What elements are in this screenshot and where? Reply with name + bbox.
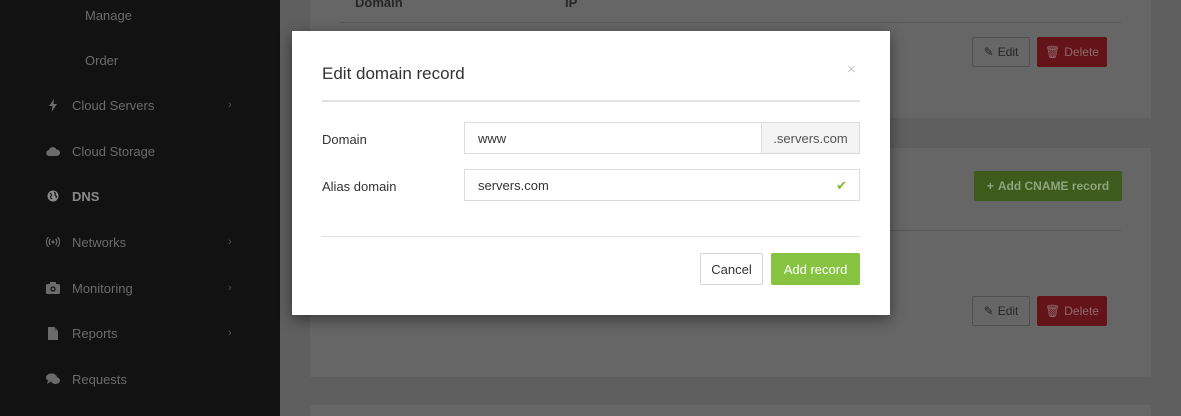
- trash-icon: 🗑: [1045, 304, 1061, 318]
- close-icon[interactable]: ×: [847, 61, 856, 78]
- domain-label: Domain: [322, 132, 367, 147]
- plus-icon: +: [986, 179, 994, 193]
- camera-icon: [46, 281, 60, 295]
- chat-bubbles-icon: [46, 372, 60, 386]
- sidebar-item-label: Networks: [72, 234, 127, 250]
- signal-icon: [46, 235, 60, 249]
- cancel-button[interactable]: Cancel: [700, 253, 763, 285]
- add-cname-record-button[interactable]: + Add CNAME record: [974, 171, 1122, 201]
- edit-label: Edit: [997, 304, 1019, 318]
- sidebar-item-label: Cloud Storage: [72, 143, 156, 159]
- edit-domain-record-modal: Edit domain record × Domain .servers.com…: [292, 31, 890, 315]
- alias-domain-input[interactable]: [465, 170, 825, 200]
- sidebar: Manage Order Cloud Servers › Cloud Stora…: [0, 0, 280, 416]
- chevron-right-icon: ›: [228, 236, 232, 248]
- lightning-icon: [46, 98, 60, 112]
- domain-input-group: .servers.com: [464, 122, 860, 154]
- sidebar-item-requests[interactable]: Requests: [0, 357, 280, 401]
- edit-label: Edit: [997, 45, 1019, 59]
- alias-domain-label: Alias domain: [322, 179, 397, 194]
- sidebar-item-cloud-storage[interactable]: Cloud Storage: [0, 129, 280, 173]
- delete-label: Delete: [1064, 45, 1099, 59]
- sidebar-item-label: Cloud Servers: [72, 97, 155, 113]
- delete-button[interactable]: 🗑 Delete: [1037, 37, 1107, 67]
- globe-icon: [46, 189, 60, 203]
- add-record-button[interactable]: Add record: [771, 253, 860, 285]
- table-header-ip: IP: [565, 0, 578, 10]
- sidebar-item-label: Manage: [85, 7, 132, 23]
- sidebar-item-label: DNS: [72, 188, 100, 204]
- modal-footer-divider: [322, 236, 860, 237]
- delete-button[interactable]: 🗑 Delete: [1037, 296, 1107, 326]
- bottom-panel: [310, 405, 1151, 416]
- check-icon: ✔: [836, 178, 847, 193]
- table-header-domain: Domain: [355, 0, 403, 10]
- sidebar-item-label: Requests: [72, 371, 127, 387]
- sidebar-item-label: Order: [85, 52, 119, 68]
- sidebar-item-label: Monitoring: [72, 280, 133, 296]
- edit-icon: ✎: [983, 45, 994, 59]
- delete-label: Delete: [1064, 304, 1099, 318]
- sidebar-item-dns[interactable]: DNS: [0, 174, 280, 218]
- trash-icon: 🗑: [1045, 45, 1061, 59]
- domain-input[interactable]: [465, 123, 755, 153]
- edit-button[interactable]: ✎ Edit: [972, 296, 1030, 326]
- table-divider: [340, 22, 1121, 23]
- chevron-right-icon: ›: [228, 99, 232, 111]
- modal-header-divider: [322, 100, 860, 102]
- modal-title: Edit domain record: [322, 64, 465, 83]
- sidebar-item-networks[interactable]: Networks ›: [0, 220, 280, 264]
- chevron-right-icon: ›: [228, 282, 232, 294]
- cloud-icon: [46, 144, 60, 158]
- sidebar-item-manage[interactable]: Manage: [0, 0, 280, 37]
- sidebar-item-cloud-servers[interactable]: Cloud Servers ›: [0, 83, 280, 127]
- sidebar-item-monitoring[interactable]: Monitoring ›: [0, 266, 280, 310]
- domain-suffix-addon: .servers.com: [761, 123, 859, 153]
- chevron-right-icon: ›: [228, 327, 232, 339]
- sidebar-item-reports[interactable]: Reports ›: [0, 311, 280, 355]
- edit-icon: ✎: [983, 304, 994, 318]
- sidebar-item-label: Reports: [72, 325, 118, 341]
- sidebar-item-order[interactable]: Order: [0, 38, 280, 82]
- add-cname-label: Add CNAME record: [997, 179, 1110, 193]
- edit-button[interactable]: ✎ Edit: [972, 37, 1030, 67]
- alias-domain-input-group: ✔: [464, 169, 860, 201]
- document-icon: [46, 326, 60, 340]
